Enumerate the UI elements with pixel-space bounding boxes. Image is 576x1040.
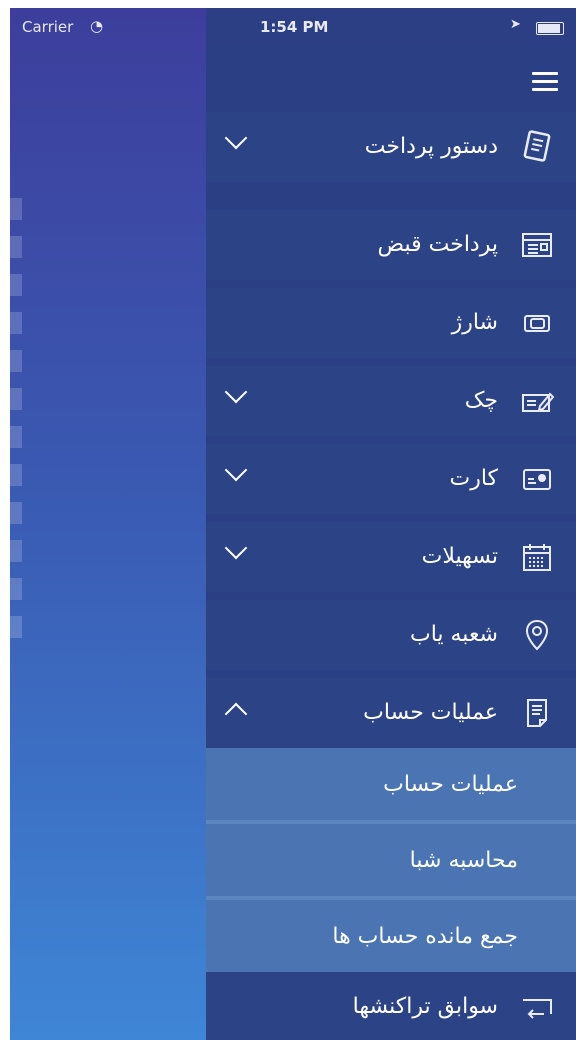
menu-item-card[interactable]: کارت bbox=[206, 444, 576, 514]
location-icon: ➤ bbox=[510, 17, 521, 32]
clock-time: 1:54 PM bbox=[260, 18, 329, 36]
charge-card-icon bbox=[520, 306, 554, 340]
background-edge bbox=[10, 198, 22, 638]
screen: Carrier ◔ 1:54 PM ➤ دستور پرداخت پرداخت … bbox=[10, 8, 576, 1040]
menu-item-label: تسهیلات bbox=[421, 544, 498, 569]
bill-icon bbox=[520, 228, 554, 262]
submenu-item-label: جمع مانده حساب ها bbox=[332, 924, 518, 949]
carrier-label: Carrier bbox=[22, 18, 74, 36]
submenu-item-sheba-calc[interactable]: محاسبه شبا bbox=[206, 820, 576, 896]
menu-item-transaction-history[interactable]: سوابق تراکنشها bbox=[206, 972, 576, 1040]
chevron-down-icon[interactable] bbox=[224, 126, 248, 150]
document-icon bbox=[520, 696, 554, 730]
menu-item-label: چک bbox=[464, 388, 498, 413]
payment-order-icon bbox=[520, 130, 554, 164]
location-pin-icon bbox=[520, 618, 554, 652]
submenu-item-label: عملیات حساب bbox=[383, 772, 518, 797]
cheque-icon bbox=[520, 384, 555, 418]
card-icon bbox=[520, 462, 554, 496]
battery-icon bbox=[536, 22, 564, 35]
menu-item-account-operations[interactable]: عملیات حساب bbox=[206, 678, 576, 748]
status-bar: Carrier ◔ 1:54 PM ➤ bbox=[10, 8, 576, 46]
wifi-icon: ◔ bbox=[90, 17, 104, 35]
chevron-down-icon[interactable] bbox=[224, 536, 248, 560]
menu-item-branch-finder[interactable]: شعبه یاب bbox=[206, 600, 576, 670]
side-menu: دستور پرداخت پرداخت قبض شارژ چک کارت تسه… bbox=[206, 46, 576, 1040]
menu-item-bill-payment[interactable]: پرداخت قبض bbox=[206, 210, 576, 280]
menu-item-cheque[interactable]: چک bbox=[206, 366, 576, 436]
chevron-down-icon[interactable] bbox=[224, 380, 248, 404]
hamburger-menu-icon[interactable] bbox=[532, 72, 558, 92]
submenu-item-total-balance[interactable]: جمع مانده حساب ها bbox=[206, 896, 576, 972]
menu-item-label: عملیات حساب bbox=[363, 700, 498, 725]
menu-item-label: شارژ bbox=[451, 310, 498, 335]
menu-item-label: سوابق تراکنشها bbox=[352, 994, 498, 1019]
background-overlay[interactable] bbox=[10, 8, 206, 1040]
submenu-item-label: محاسبه شبا bbox=[409, 848, 518, 873]
menu-item-facilities[interactable]: تسهیلات bbox=[206, 522, 576, 592]
chevron-down-icon[interactable] bbox=[224, 458, 248, 482]
menu-item-label: دستور پرداخت bbox=[364, 134, 498, 159]
menu-item-label: شعبه یاب bbox=[409, 622, 498, 647]
menu-item-charge[interactable]: شارژ bbox=[206, 288, 576, 358]
menu-item-payment-order[interactable]: دستور پرداخت bbox=[206, 112, 576, 182]
menu-item-label: پرداخت قبض bbox=[377, 232, 498, 257]
menu-item-label: کارت bbox=[449, 466, 498, 491]
chevron-up-icon[interactable] bbox=[224, 702, 248, 726]
submenu-item-account-operations[interactable]: عملیات حساب bbox=[206, 748, 576, 820]
calendar-icon bbox=[520, 540, 554, 574]
return-arrow-icon bbox=[520, 990, 554, 1024]
